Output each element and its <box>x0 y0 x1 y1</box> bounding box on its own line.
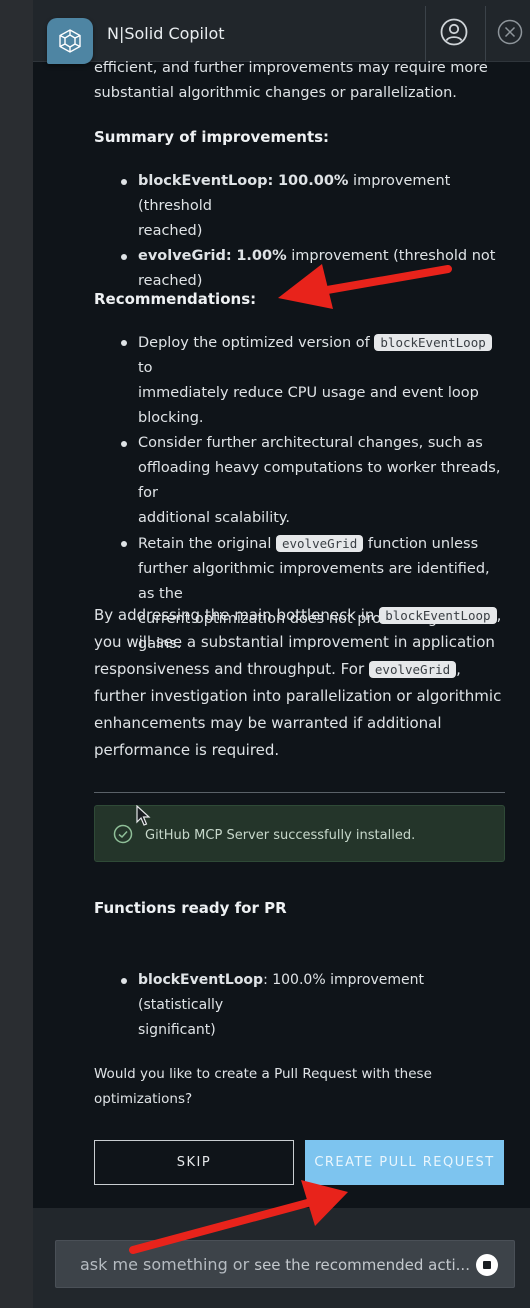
paragraph-text: By addressing the main bottleneck in <box>94 606 375 624</box>
improvement-value: 100.00% <box>277 173 349 189</box>
intro-line: substantial algorithmic changes or paral… <box>94 85 457 101</box>
paragraph-text: , <box>456 660 461 678</box>
section-divider <box>94 792 505 793</box>
message-intro: efficient, and further improvements may … <box>94 56 504 106</box>
paragraph-text: performance is required. <box>94 741 280 759</box>
paragraph-text: enhancements may be warranted if additio… <box>94 714 442 732</box>
list-item: Deploy the optimized version of blockEve… <box>94 330 504 431</box>
item-text: further algorithmic improvements are ide… <box>138 561 490 602</box>
question-text: optimizations? <box>94 1091 193 1107</box>
stop-icon[interactable] <box>476 1254 498 1276</box>
paragraph-text: , <box>496 606 502 624</box>
copilot-panel: N|Solid Copilot efficient, and further i… <box>33 0 530 1308</box>
closing-paragraph: By addressing the main bottleneck in blo… <box>94 602 504 764</box>
input-placeholder: see the recommended acti... <box>254 1256 470 1274</box>
user-circle-icon[interactable] <box>438 16 470 48</box>
item-text: Consider further architectural changes, … <box>138 435 483 451</box>
item-text: offloading heavy computations to worker … <box>138 460 501 501</box>
close-circle-icon[interactable] <box>494 16 526 48</box>
function-name: blockEventLoop: <box>138 173 274 189</box>
item-text: immediately reduce CPU usage and event l… <box>138 385 479 401</box>
pr-heading: Functions ready for PR <box>94 899 287 917</box>
chat-input[interactable]: ask me something or see the recommended … <box>55 1240 515 1288</box>
list-item: blockEventLoop: 100.0% improvement (stat… <box>94 968 504 1043</box>
pr-functions-list: blockEventLoop: 100.0% improvement (stat… <box>94 968 504 1043</box>
chat-input-text[interactable]: ask me something or see the recommended … <box>80 1255 472 1274</box>
inline-code: evolveGrid <box>275 535 364 552</box>
skip-button[interactable]: SKIP <box>94 1140 294 1185</box>
alert-message: GitHub MCP Server successfully installed… <box>145 828 416 843</box>
chat-content: efficient, and further improvements may … <box>33 60 530 1208</box>
item-text: to <box>138 360 153 376</box>
chat-footer: ask me something or see the recommended … <box>33 1208 530 1308</box>
item-text: Retain the original <box>138 536 272 552</box>
app-title: N|Solid Copilot <box>107 24 225 43</box>
create-pull-request-button[interactable]: CREATE PULL REQUEST <box>305 1140 504 1185</box>
item-text: blocking. <box>138 410 204 426</box>
list-item: Consider further architectural changes, … <box>94 431 504 531</box>
intro-line: efficient, and further improvements may … <box>94 60 488 76</box>
item-text: Deploy the optimized version of <box>138 335 370 351</box>
background-gutter <box>0 0 33 1308</box>
question-text: Would you like to create a Pull Request … <box>94 1066 432 1082</box>
function-name: blockEventLoop <box>138 972 264 988</box>
improvement-value: 1.00% <box>236 248 287 264</box>
header-divider <box>485 6 486 62</box>
check-circle-icon <box>113 824 133 853</box>
inline-code: evolveGrid <box>368 661 457 678</box>
list-item: blockEventLoop: 100.00% improvement (thr… <box>94 169 504 244</box>
cube-icon <box>47 18 93 64</box>
panel-header: N|Solid Copilot <box>33 0 530 64</box>
item-text: function unless <box>367 536 479 552</box>
stop-square <box>483 1261 491 1269</box>
paragraph-text: you will see a substantial improvement i… <box>94 633 495 651</box>
summary-heading: Summary of improvements: <box>94 128 330 146</box>
item-text: additional scalability. <box>138 510 291 526</box>
recommendations-heading: Recommendations: <box>94 290 257 308</box>
function-name: evolveGrid: <box>138 248 232 264</box>
summary-list: blockEventLoop: 100.00% improvement (thr… <box>94 169 504 294</box>
header-divider <box>425 6 426 62</box>
pr-question: Would you like to create a Pull Request … <box>94 1062 504 1112</box>
inline-code: blockEventLoop <box>374 334 492 351</box>
item-text: improvement (threshold not <box>286 248 496 264</box>
paragraph-text: further investigation into parallelizati… <box>94 687 502 705</box>
item-text: reached) <box>138 223 203 239</box>
item-text: significant) <box>138 1022 216 1038</box>
paragraph-text: responsiveness and throughput. For <box>94 660 365 678</box>
inline-code: blockEventLoop <box>379 607 497 624</box>
input-typed-text: ask me something or <box>80 1255 250 1274</box>
success-alert: GitHub MCP Server successfully installed… <box>94 805 505 862</box>
